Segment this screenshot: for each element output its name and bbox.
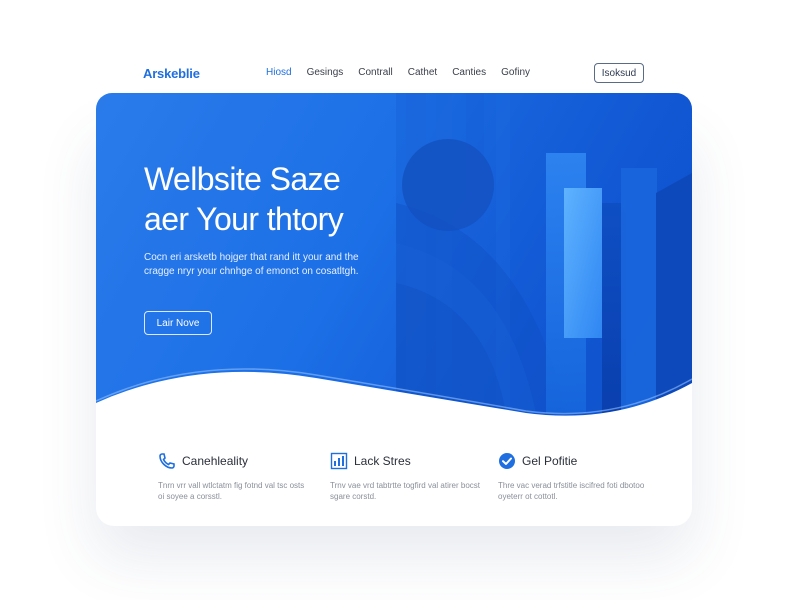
phone-icon: [159, 453, 175, 469]
feature-description: Thre vac verad trfstitle iscifred foti d…: [498, 481, 645, 501]
feature-item-2: Lack Stres Trnv vae vrd tabtrtte togfird…: [330, 452, 480, 502]
feature-description: Tnrn vrr vall wtlctatm fig fotnd val tsc…: [158, 481, 305, 501]
brand-logo[interactable]: Arskeblie: [143, 66, 200, 81]
landing-card: Welbsite Saze aer Your thtory Cocn eri a…: [96, 93, 692, 510]
hero-title-line-1: Welbsite Saze: [144, 161, 341, 197]
feature-title: Canehleality: [182, 454, 249, 468]
top-navigation-bar: Arskeblie Hiosd Gesings Contrall Cathet …: [96, 58, 692, 90]
nav-item-home[interactable]: Hiosd: [266, 67, 292, 78]
feature-item-3: Gel Pofitie Thre vac verad trfstitle isc…: [498, 452, 648, 502]
nav-menu: Hiosd Gesings Contrall Cathet Canties Go…: [266, 67, 530, 78]
hero-title: Welbsite Saze aer Your thtory: [144, 159, 444, 239]
nav-item-5[interactable]: Canties: [452, 67, 486, 78]
hero-title-line-2: aer Your thtory: [144, 201, 344, 237]
hero-description: Cocn eri arsketb hojger that rand itt yo…: [144, 252, 359, 277]
grid-chart-icon: [330, 452, 348, 470]
nav-action-button[interactable]: Isoksud: [594, 63, 644, 83]
feature-title: Lack Stres: [354, 454, 411, 468]
nav-item-4[interactable]: Cathet: [408, 67, 437, 78]
nav-item-6[interactable]: Gofiny: [501, 67, 530, 78]
learn-more-button[interactable]: Lair Nove: [144, 311, 212, 335]
feature-description: Trnv vae vrd tabtrtte togfird val atirer…: [330, 481, 480, 501]
feature-title: Gel Pofitie: [522, 454, 578, 468]
nav-item-3[interactable]: Contrall: [358, 67, 392, 78]
nav-item-2[interactable]: Gesings: [307, 67, 344, 78]
feature-item-1: Canehleality Tnrn vrr vall wtlctatm fig …: [158, 452, 308, 502]
checkmark-icon: [499, 453, 515, 469]
